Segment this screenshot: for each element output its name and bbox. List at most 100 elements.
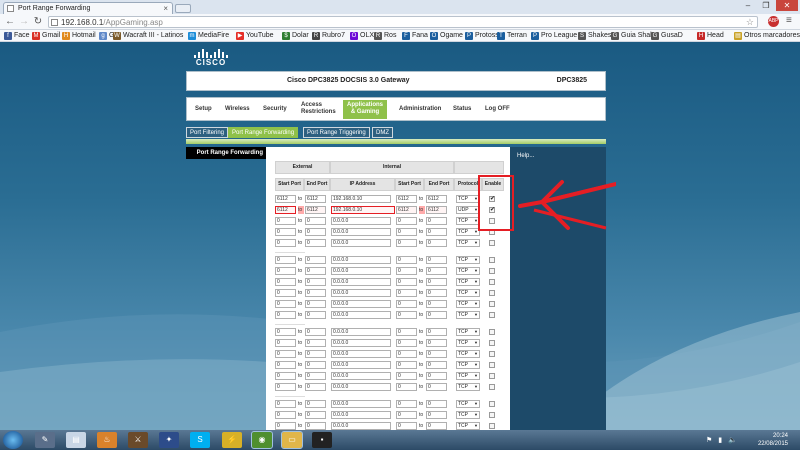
bookmark-item[interactable]: O OLX (350, 31, 374, 41)
int-start-port-input[interactable]: 0 (396, 361, 417, 369)
ip-address-input[interactable]: 0.0.0.0 (331, 239, 391, 247)
ext-start-port-input[interactable]: 0 (275, 400, 296, 408)
protocol-select[interactable]: TCP▼ (456, 361, 480, 369)
help-link[interactable]: Help... (517, 153, 534, 159)
bookmark-item[interactable]: M Gmail (32, 31, 60, 41)
int-start-port-input[interactable]: 0 (396, 289, 417, 297)
int-start-port-input[interactable]: 6112 (396, 195, 417, 203)
maximize-icon[interactable]: ❐ (758, 0, 774, 11)
ext-start-port-input[interactable]: 0 (275, 256, 296, 264)
ext-end-port-input[interactable]: 0 (305, 422, 326, 430)
ip-address-input[interactable]: 0.0.0.0 (331, 256, 391, 264)
int-end-port-input[interactable]: 0 (426, 228, 447, 236)
ext-start-port-input[interactable]: 0 (275, 350, 296, 358)
new-tab-button[interactable] (175, 4, 191, 13)
ext-start-port-input[interactable]: 0 (275, 267, 296, 275)
int-start-port-input[interactable]: 0 (396, 328, 417, 336)
ext-end-port-input[interactable]: 0 (305, 256, 326, 264)
int-start-port-input[interactable]: 6112 (396, 206, 417, 214)
ext-end-port-input[interactable]: 0 (305, 383, 326, 391)
enable-checkbox[interactable] (489, 412, 495, 418)
menu-security[interactable]: Security (263, 106, 287, 113)
cmd-icon[interactable]: ▪ (312, 432, 332, 448)
protocol-select[interactable]: TCP▼ (456, 411, 480, 419)
ext-start-port-input[interactable]: 0 (275, 239, 296, 247)
protocol-select[interactable]: UDP ▼ (456, 206, 480, 214)
ext-end-port-input[interactable]: 0 (305, 239, 326, 247)
protocol-select[interactable]: TCP▼ (456, 383, 480, 391)
int-end-port-input[interactable]: 0 (426, 400, 447, 408)
int-start-port-input[interactable]: 0 (396, 239, 417, 247)
tab-close-icon[interactable]: × (163, 3, 168, 14)
browser-tab[interactable]: Port Range Forwarding × (3, 2, 173, 14)
ext-start-port-input[interactable]: 0 (275, 217, 296, 225)
bookmark-item[interactable]: $ Dolar (282, 31, 309, 41)
int-end-port-input[interactable]: 0 (426, 383, 447, 391)
ext-start-port-input[interactable]: 0 (275, 328, 296, 336)
ext-end-port-input[interactable]: 0 (305, 411, 326, 419)
ext-end-port-input[interactable]: 6112 (305, 195, 326, 203)
int-end-port-input[interactable]: 0 (426, 361, 447, 369)
ext-end-port-input[interactable]: 0 (305, 372, 326, 380)
int-end-port-input[interactable]: 0 (426, 422, 447, 430)
protocol-select[interactable]: TCP▼ (456, 400, 480, 408)
ext-end-port-input[interactable]: 0 (305, 300, 326, 308)
ip-address-input[interactable]: 0.0.0.0 (331, 400, 391, 408)
menu-wireless[interactable]: Wireless (225, 106, 250, 113)
menu-status[interactable]: Status (453, 106, 471, 113)
ip-address-input[interactable]: 0.0.0.0 (331, 328, 391, 336)
protocol-select[interactable]: TCP▼ (456, 289, 480, 297)
bookmark-item[interactable]: f Face (4, 31, 30, 41)
ext-start-port-input[interactable]: 0 (275, 311, 296, 319)
int-start-port-input[interactable]: 0 (396, 300, 417, 308)
ext-start-port-input[interactable]: 0 (275, 422, 296, 430)
reload-icon[interactable]: ↻ (32, 16, 44, 28)
ext-end-port-input[interactable]: 0 (305, 361, 326, 369)
starcraft-icon[interactable]: ✦ (159, 432, 179, 448)
ip-address-input[interactable]: 0.0.0.0 (331, 361, 391, 369)
menu-access-restrictions[interactable]: Access Restrictions (301, 102, 336, 116)
bookmark-item[interactable]: H Hotmail (62, 31, 96, 41)
int-start-port-input[interactable]: 0 (396, 372, 417, 380)
int-end-port-input[interactable]: 0 (426, 372, 447, 380)
enable-checkbox[interactable] (489, 340, 495, 346)
ext-start-port-input[interactable]: 0 (275, 300, 296, 308)
subtab-port-range-triggering[interactable]: Port Range Triggering (303, 127, 370, 138)
int-start-port-input[interactable]: 0 (396, 422, 417, 430)
bookmark-item[interactable]: P Protoss (465, 31, 499, 41)
ip-address-input[interactable]: 0.0.0.0 (331, 383, 391, 391)
enable-checkbox[interactable] (489, 362, 495, 368)
subtab-port-range-forwarding[interactable]: Port Range Forwarding (228, 127, 299, 138)
ext-start-port-input[interactable]: 6112 (275, 206, 296, 214)
enable-checkbox[interactable] (489, 301, 495, 307)
ip-address-input[interactable]: 192.168.0.10 (331, 206, 395, 214)
ip-address-input[interactable]: 0.0.0.0 (331, 311, 391, 319)
int-start-port-input[interactable]: 0 (396, 267, 417, 275)
ext-start-port-input[interactable]: 0 (275, 411, 296, 419)
int-end-port-input[interactable]: 0 (426, 278, 447, 286)
enable-checkbox[interactable] (489, 240, 495, 246)
protocol-select[interactable]: TCP▼ (456, 195, 480, 203)
bookmark-item[interactable]: R Rubro7 (312, 31, 345, 41)
subtab-dmz[interactable]: DMZ (372, 127, 393, 138)
int-end-port-input[interactable]: 0 (426, 239, 447, 247)
menu-administration[interactable]: Administration (399, 106, 441, 113)
ip-address-input[interactable]: 0.0.0.0 (331, 289, 391, 297)
protocol-select[interactable]: TCP▼ (456, 422, 480, 430)
ip-address-input[interactable]: 0.0.0.0 (331, 228, 391, 236)
protocol-select[interactable]: TCP▼ (456, 267, 480, 275)
int-end-port-input[interactable]: 0 (426, 411, 447, 419)
ip-address-input[interactable]: 0.0.0.0 (331, 300, 391, 308)
int-start-port-input[interactable]: 0 (396, 383, 417, 391)
protocol-select[interactable]: TCP▼ (456, 228, 480, 236)
enable-checkbox[interactable] (489, 268, 495, 274)
bookmark-item[interactable]: ▶ YouTube (236, 31, 274, 41)
int-start-port-input[interactable]: 0 (396, 228, 417, 236)
star-icon[interactable]: ☆ (746, 17, 754, 28)
winamp-icon[interactable]: ⚡ (222, 432, 242, 448)
ip-address-input[interactable]: 0.0.0.0 (331, 339, 391, 347)
bookmark-item[interactable]: P Pro League (531, 31, 577, 41)
explorer-folder-icon[interactable]: ▭ (281, 431, 303, 449)
ip-address-input[interactable]: 0.0.0.0 (331, 422, 391, 430)
int-end-port-input[interactable]: 0 (426, 339, 447, 347)
